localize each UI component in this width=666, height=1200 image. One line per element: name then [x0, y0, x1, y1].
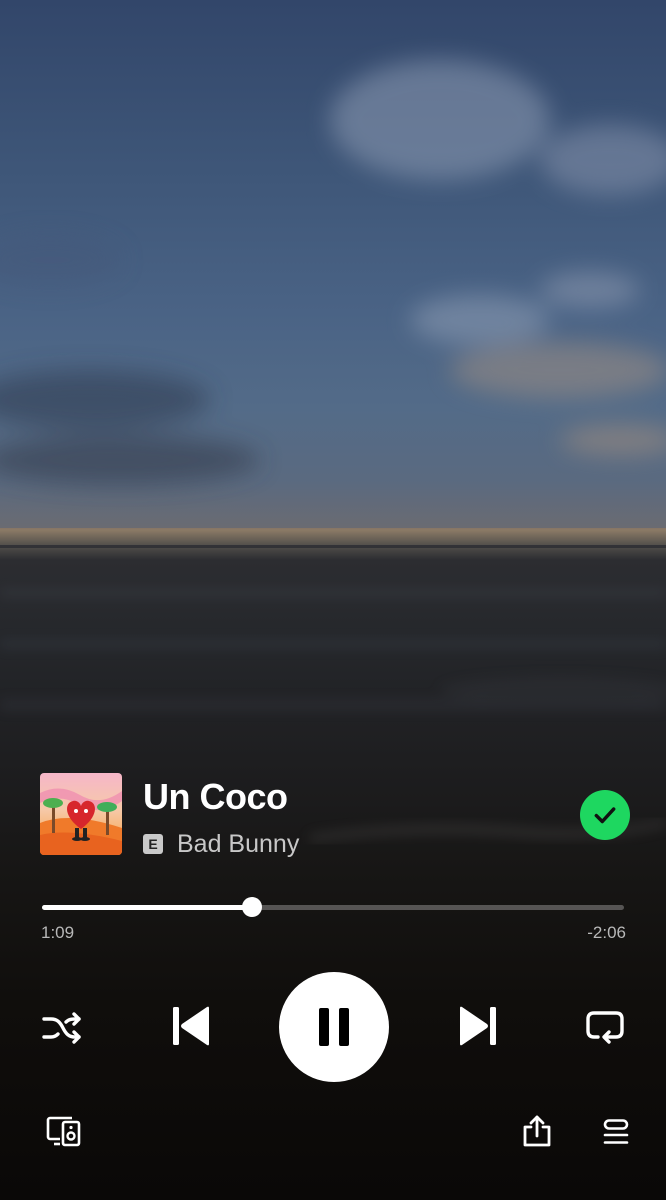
progress-thumb[interactable]	[241, 897, 262, 917]
elapsed-time: 1:09	[41, 923, 75, 942]
artist-name[interactable]: Bad Bunny	[177, 830, 299, 859]
previous-button[interactable]	[168, 1003, 214, 1049]
artist-row: E Bad Bunny	[143, 828, 299, 860]
connect-device-icon	[46, 1116, 81, 1147]
album-art[interactable]	[40, 773, 122, 855]
pause-icon	[319, 1008, 349, 1046]
share-button[interactable]	[519, 1112, 555, 1150]
queue-button[interactable]	[598, 1114, 634, 1150]
now-playing-track-row: Un Coco E Bad Bunny	[40, 773, 630, 860]
skip-next-icon	[460, 1006, 496, 1046]
shuffle-icon	[42, 1012, 81, 1044]
progress-bar[interactable]	[42, 897, 624, 918]
skip-previous-icon	[173, 1006, 209, 1046]
track-title[interactable]: Un Coco	[143, 775, 288, 819]
next-button[interactable]	[455, 1003, 501, 1049]
remaining-time: -2:06	[587, 923, 626, 942]
queue-icon	[603, 1119, 629, 1144]
repeat-button[interactable]	[583, 1005, 627, 1049]
repeat-icon	[586, 1011, 624, 1044]
shuffle-button[interactable]	[40, 1006, 84, 1050]
checkmark-icon	[594, 807, 616, 824]
connect-device-button[interactable]	[46, 1114, 82, 1148]
pause-button[interactable]	[279, 972, 389, 1082]
progress-fill	[42, 905, 252, 910]
share-icon	[523, 1115, 551, 1147]
liked-check-button[interactable]	[580, 790, 630, 840]
explicit-badge: E	[143, 834, 163, 854]
